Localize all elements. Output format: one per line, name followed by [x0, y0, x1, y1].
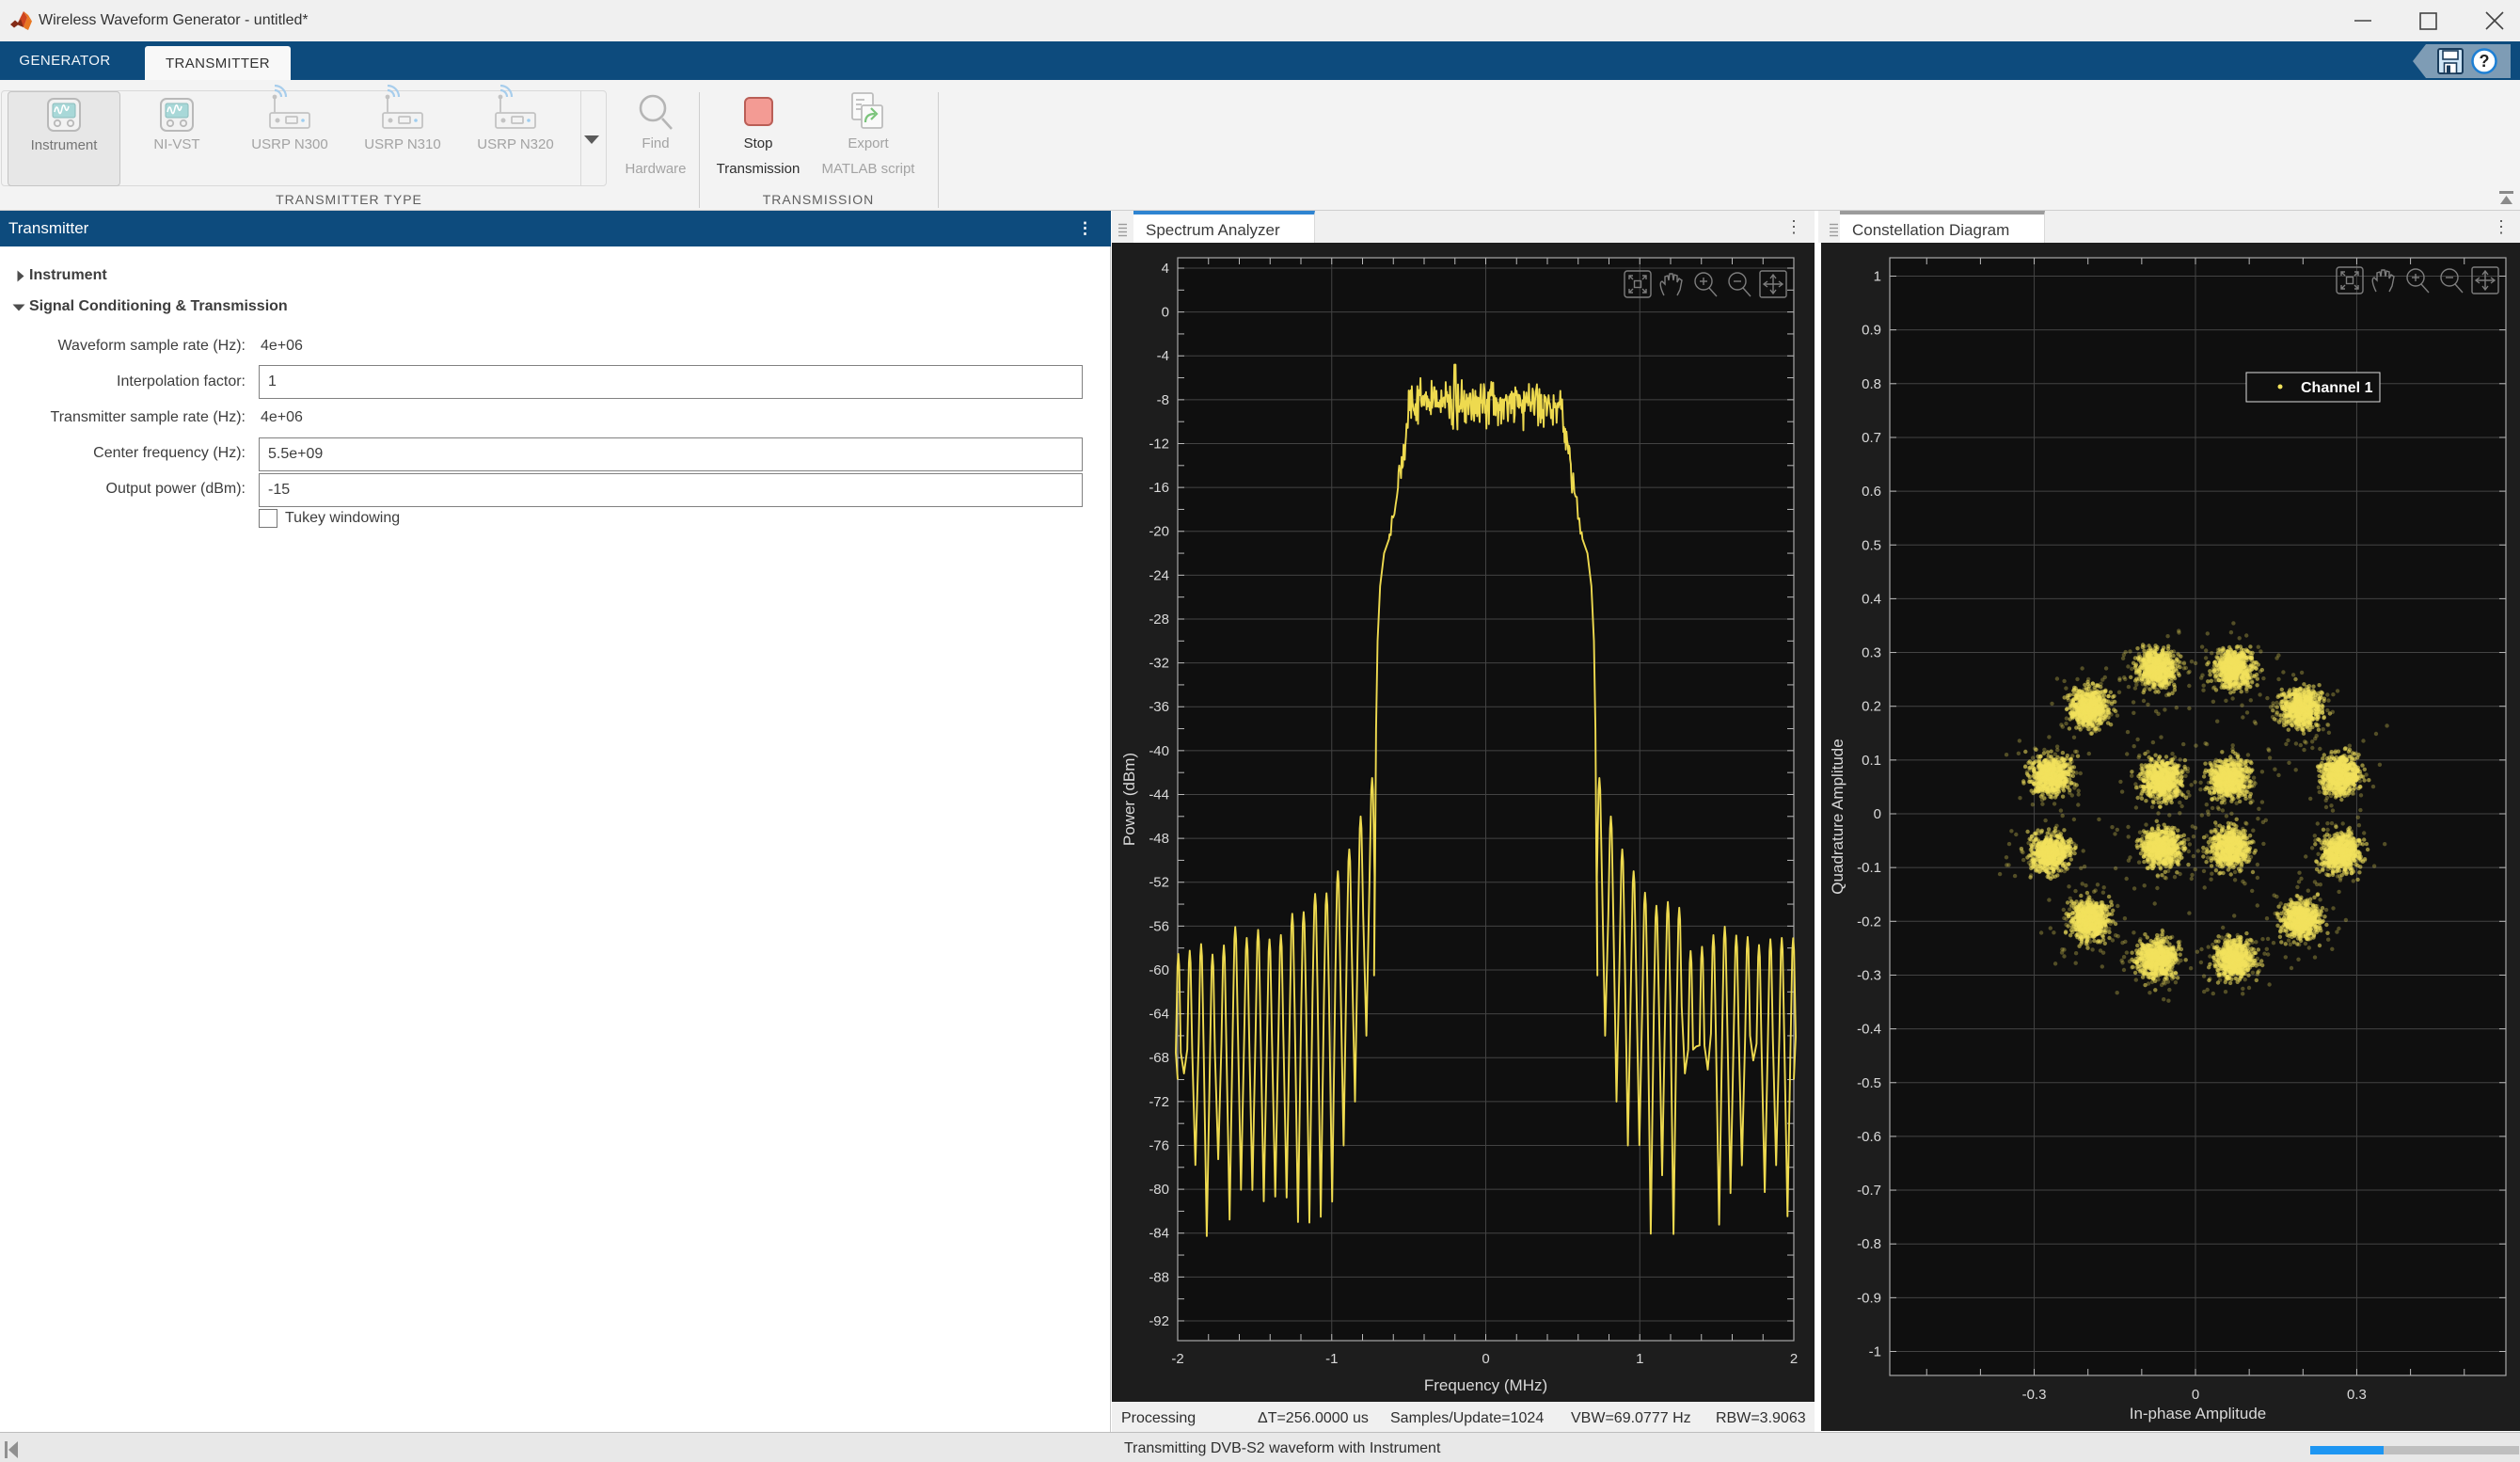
svg-text:?: ? [2480, 52, 2490, 71]
svg-text:-2: -2 [1171, 1351, 1183, 1367]
svg-text:-92: -92 [1149, 1313, 1169, 1329]
svg-text:0: 0 [1482, 1351, 1489, 1367]
svg-text:-52: -52 [1149, 875, 1169, 891]
svg-text:-0.2: -0.2 [1857, 914, 1881, 930]
svg-text:0: 0 [1874, 806, 1881, 822]
svg-text:-32: -32 [1149, 656, 1169, 672]
svg-text:Frequency (MHz): Frequency (MHz) [1424, 1376, 1547, 1394]
svg-text:-16: -16 [1149, 480, 1169, 496]
svg-text:-68: -68 [1149, 1050, 1169, 1066]
svg-text:-0.8: -0.8 [1857, 1236, 1881, 1252]
svg-text:-56: -56 [1149, 918, 1169, 934]
svg-text:Quadrature Amplitude: Quadrature Amplitude [1829, 739, 1846, 894]
svg-text:1: 1 [1874, 269, 1881, 285]
svg-text:-40: -40 [1149, 743, 1169, 759]
svg-text:In-phase Amplitude: In-phase Amplitude [2130, 1405, 2267, 1422]
svg-text:0.2: 0.2 [1862, 699, 1881, 715]
svg-text:-0.3: -0.3 [2022, 1387, 2047, 1403]
svg-text:0.5: 0.5 [1862, 537, 1881, 553]
svg-text:0.9: 0.9 [1862, 323, 1881, 339]
svg-text:1: 1 [1636, 1351, 1643, 1367]
svg-text:0.8: 0.8 [1862, 376, 1881, 392]
svg-text:Power (dBm): Power (dBm) [1120, 753, 1138, 846]
svg-text:0.4: 0.4 [1862, 591, 1881, 607]
svg-text:-60: -60 [1149, 962, 1169, 978]
svg-text:-0.5: -0.5 [1857, 1075, 1881, 1091]
svg-text:4: 4 [1162, 261, 1169, 277]
svg-text:-0.3: -0.3 [1857, 967, 1881, 983]
svg-text:-0.9: -0.9 [1857, 1290, 1881, 1306]
svg-text:-0.1: -0.1 [1857, 860, 1881, 876]
svg-text:0.6: 0.6 [1862, 484, 1881, 500]
svg-text:-48: -48 [1149, 831, 1169, 847]
svg-text:-0.4: -0.4 [1857, 1022, 1881, 1038]
svg-text:-20: -20 [1149, 524, 1169, 540]
svg-text:-84: -84 [1149, 1226, 1169, 1242]
svg-text:-0.6: -0.6 [1857, 1129, 1881, 1145]
svg-text:0.7: 0.7 [1862, 430, 1881, 446]
svg-text:-28: -28 [1149, 612, 1169, 628]
svg-text:-12: -12 [1149, 436, 1169, 452]
svg-text:2: 2 [1790, 1351, 1798, 1367]
svg-text:0: 0 [2192, 1387, 2199, 1403]
svg-text:0: 0 [1162, 305, 1169, 321]
svg-text:0.3: 0.3 [1862, 645, 1881, 661]
svg-text:-76: -76 [1149, 1137, 1169, 1153]
svg-text:-44: -44 [1149, 787, 1169, 803]
svg-text:-0.7: -0.7 [1857, 1183, 1881, 1199]
svg-text:-72: -72 [1149, 1094, 1169, 1110]
svg-text:-36: -36 [1149, 699, 1169, 715]
svg-text:-1: -1 [1325, 1351, 1338, 1367]
svg-text:-80: -80 [1149, 1182, 1169, 1198]
svg-text:0.1: 0.1 [1862, 753, 1881, 769]
svg-text:-64: -64 [1149, 1007, 1169, 1023]
svg-text:-88: -88 [1149, 1269, 1169, 1285]
svg-text:-24: -24 [1149, 567, 1169, 583]
svg-text:0.3: 0.3 [2347, 1387, 2367, 1403]
svg-text:-8: -8 [1157, 392, 1169, 408]
svg-text:-1: -1 [1869, 1344, 1881, 1360]
svg-text:-4: -4 [1157, 348, 1169, 364]
